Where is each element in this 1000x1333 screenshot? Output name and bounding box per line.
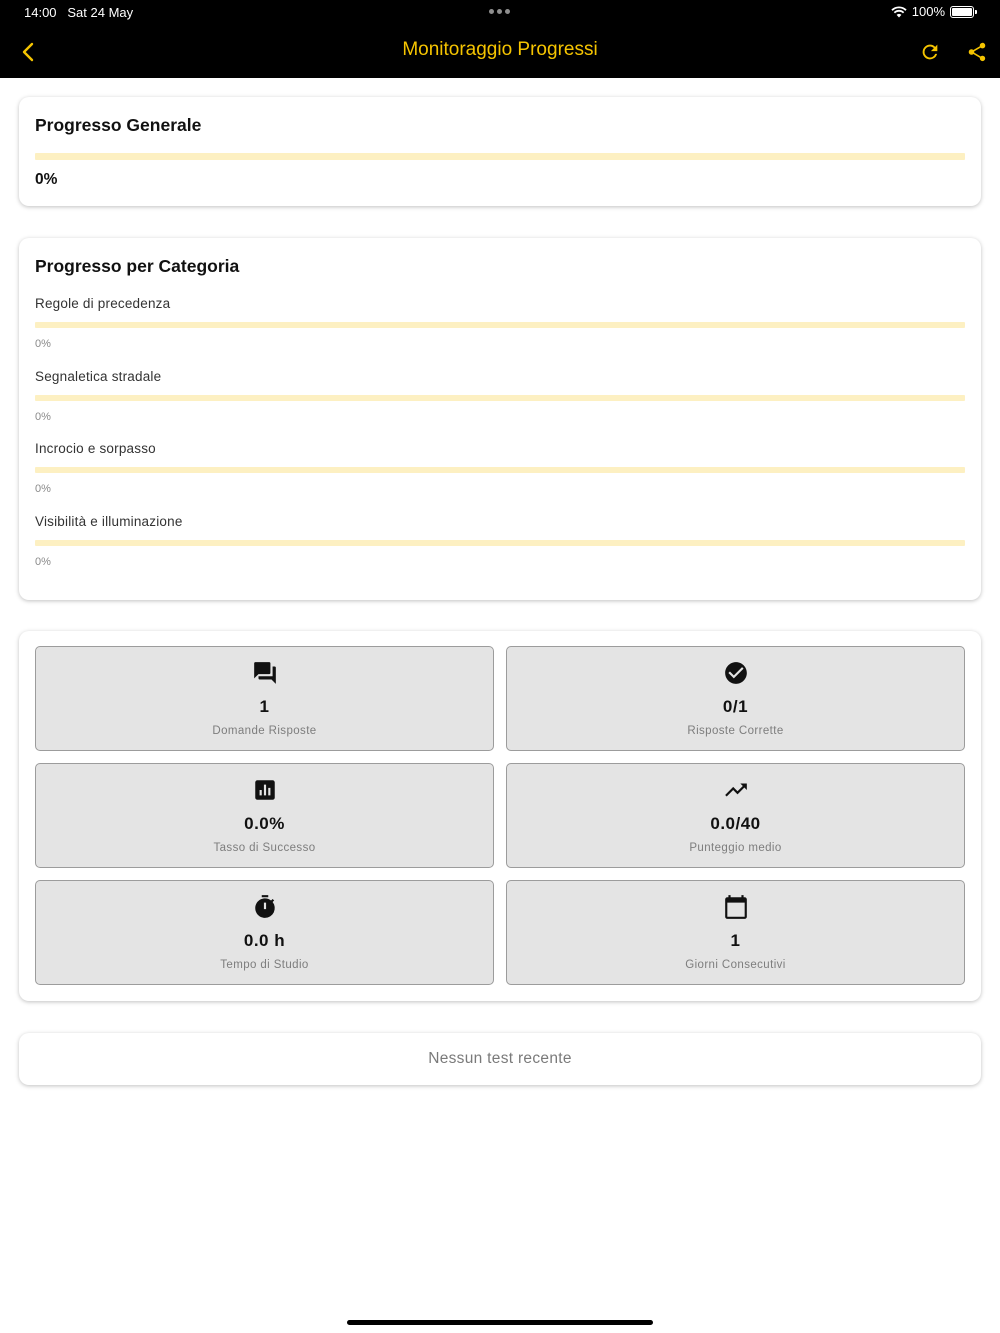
category-progress-title: Progresso per Categoria	[35, 256, 240, 276]
stat-label: Tempo di Studio	[220, 959, 309, 971]
status-time: 14:00 Sat 24 May	[24, 5, 134, 20]
status-bar: 14:00 Sat 24 May 100%	[0, 0, 1000, 24]
category-progress-bar	[35, 395, 965, 401]
refresh-icon	[922, 44, 938, 60]
stat-value: 0/1	[722, 697, 749, 716]
recent-tests-card: Nessun test recente	[19, 1033, 981, 1085]
category-progress-bar	[35, 322, 965, 328]
calendar-icon	[724, 895, 747, 919]
overall-progress-value: 0%	[35, 171, 58, 188]
stat-label: Risposte Corrette	[687, 725, 784, 737]
category-percent: 0%	[35, 556, 51, 568]
category-percent: 0%	[35, 483, 51, 495]
category-progress-card: Progresso per Categoria Regole di preced…	[19, 238, 981, 600]
share-button[interactable]	[963, 38, 991, 66]
stat-value: 1	[730, 931, 741, 950]
category-item: Regole di precedenza 0%	[35, 296, 965, 350]
category-item: Visibilità e illuminazione 0%	[35, 514, 965, 568]
stat-value: 0.0%	[244, 814, 285, 833]
stat-tile-study-time: 0.0 h Tempo di Studio	[35, 880, 494, 985]
category-label: Segnaletica stradale	[35, 369, 162, 384]
category-item: Incrocio e sorpasso 0%	[35, 441, 965, 495]
bar-chart-icon	[254, 780, 275, 800]
top-bar: 14:00 Sat 24 May 100% Monitoraggio Progr…	[0, 0, 1000, 78]
category-label: Regole di precedenza	[35, 296, 171, 311]
page-title: Monitoraggio Progressi	[402, 39, 598, 60]
timer-icon	[254, 895, 275, 918]
trending-up-icon	[724, 783, 747, 797]
stat-tile-average-score: 0.0/40 Punteggio medio	[506, 763, 965, 868]
overall-progress-bar	[35, 153, 965, 160]
category-item: Segnaletica stradale 0%	[35, 369, 965, 423]
stat-label: Domande Risposte	[212, 725, 317, 737]
overall-progress-card: Progresso Generale 0%	[19, 97, 981, 206]
share-icon	[968, 42, 986, 62]
check-circle-icon	[724, 662, 747, 684]
stat-tile-correct-answers: 0/1 Risposte Corrette	[506, 646, 965, 751]
category-progress-bar	[35, 540, 965, 546]
navigation-bar: Monitoraggio Progressi	[0, 24, 1000, 78]
home-indicator[interactable]	[347, 1320, 653, 1325]
stat-value: 0.0 h	[243, 931, 286, 950]
category-percent: 0%	[35, 411, 51, 423]
stat-tile-consecutive-days: 1 Giorni Consecutivi	[506, 880, 965, 985]
category-percent: 0%	[35, 338, 51, 350]
category-progress-bar	[35, 467, 965, 473]
overall-progress-title: Progresso Generale	[35, 115, 202, 135]
stat-label: Giorni Consecutivi	[685, 959, 786, 971]
status-right: 100%	[891, 4, 977, 19]
stat-value: 0.0/40	[710, 814, 761, 833]
stat-tile-success-rate: 0.0% Tasso di Successo	[35, 763, 494, 868]
battery-icon	[950, 5, 977, 18]
category-label: Visibilità e illuminazione	[35, 514, 183, 529]
forum-icon	[253, 662, 276, 684]
battery-percent: 100%	[911, 4, 945, 19]
stats-card: 1 Domande Risposte 0/1 Risposte Corrette…	[19, 631, 981, 1001]
stat-value: 1	[259, 697, 270, 716]
category-label: Incrocio e sorpasso	[35, 441, 156, 456]
refresh-button[interactable]	[916, 38, 944, 66]
stat-tile-questions-answered: 1 Domande Risposte	[35, 646, 494, 751]
no-recent-tests-text: Nessun test recente	[428, 1050, 572, 1067]
multitasking-dots-icon[interactable]	[489, 9, 510, 14]
stat-label: Punteggio medio	[689, 842, 782, 854]
stat-label: Tasso di Successo	[213, 842, 316, 854]
wifi-icon	[891, 5, 907, 17]
